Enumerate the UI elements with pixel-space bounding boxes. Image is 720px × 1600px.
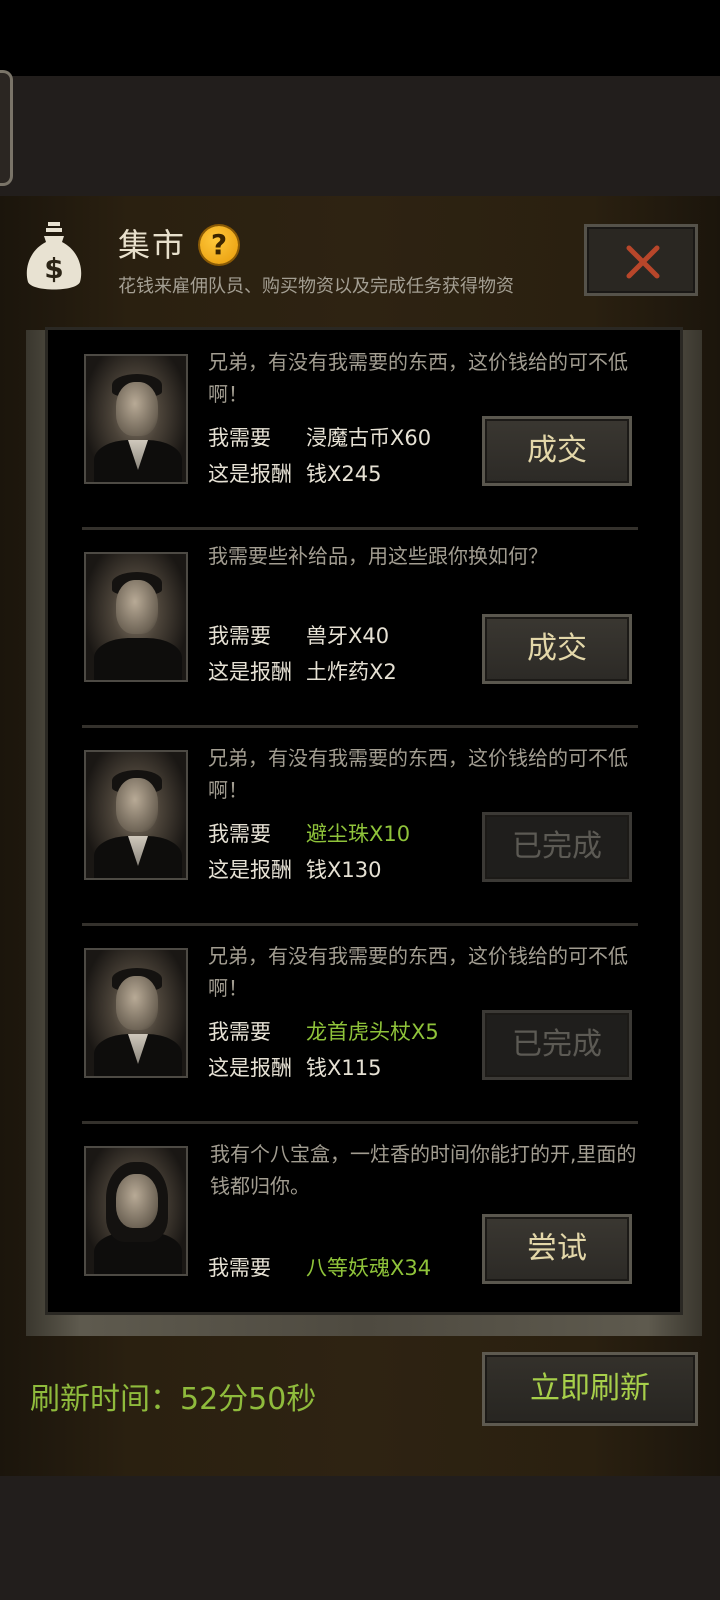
side-tab-handle[interactable]	[0, 70, 13, 186]
market-header: $ 集市 ? 花钱来雇佣队员、购买物资以及完成任务获得物资	[0, 196, 720, 326]
trade-message: 我有个八宝盒，一炷香的时间你能打的开,里面的钱都归你。	[210, 1142, 637, 1198]
money-bag-icon: $	[26, 222, 82, 290]
need-value: 避尘珠X10	[306, 822, 411, 846]
reward-value: 钱X245	[306, 462, 382, 486]
reward-value: 钱X130	[306, 858, 382, 882]
need-value: 浸魔古币X60	[306, 426, 432, 450]
need-value: 八等妖魂X34	[306, 1256, 432, 1280]
npc-portrait	[84, 948, 188, 1078]
trade-list-frame: 兄弟，有没有我需要的东西，这价钱给的可不低啊！ 我需要 浸魔古币X60 这是报酬…	[26, 330, 702, 1336]
trade-message: 我需要些补给品，用这些跟你换如何？	[208, 544, 548, 568]
npc-portrait	[84, 552, 188, 682]
trade-row: 兄弟，有没有我需要的东西，这价钱给的可不低啊！ 我需要 浸魔古币X60 这是报酬…	[48, 330, 680, 530]
reward-value: 土炸药X2	[306, 660, 397, 684]
reward-label: 这是报酬	[208, 660, 292, 684]
market-panel: $ 集市 ? 花钱来雇佣队员、购买物资以及完成任务获得物资 兄弟，有没有我需要的…	[0, 196, 720, 1476]
page-title: 集市	[118, 226, 187, 264]
page-subtitle: 花钱来雇佣队员、购买物资以及完成任务获得物资	[118, 276, 514, 297]
trade-row: 我有个八宝盒，一炷香的时间你能打的开,里面的钱都归你。 我需要 八等妖魂X34 …	[48, 1122, 680, 1312]
reward-label: 这是报酬	[208, 858, 292, 882]
status-bar	[0, 0, 720, 76]
deal-button[interactable]: 成交	[482, 614, 632, 684]
refresh-timer: 刷新时间：52分50秒	[30, 1382, 317, 1417]
need-label: 我需要	[208, 624, 271, 648]
need-label: 我需要	[208, 1256, 271, 1280]
trade-row: 我需要些补给品，用这些跟你换如何？ 我需要 兽牙X40 这是报酬 土炸药X2 成…	[48, 528, 680, 728]
completed-button: 已完成	[482, 1010, 632, 1080]
help-icon[interactable]: ?	[200, 226, 238, 264]
close-button[interactable]	[584, 224, 698, 296]
npc-portrait	[84, 1146, 188, 1276]
trade-list[interactable]: 兄弟，有没有我需要的东西，这价钱给的可不低啊！ 我需要 浸魔古币X60 这是报酬…	[48, 330, 680, 1312]
svg-text:$: $	[44, 252, 63, 285]
need-label: 我需要	[208, 426, 271, 450]
reward-value: 钱X115	[306, 1056, 382, 1080]
need-value: 兽牙X40	[306, 624, 390, 648]
completed-button: 已完成	[482, 812, 632, 882]
need-label: 我需要	[208, 822, 271, 846]
try-button[interactable]: 尝试	[482, 1214, 632, 1284]
reward-label: 这是报酬	[208, 1056, 292, 1080]
trade-message: 兄弟，有没有我需要的东西，这价钱给的可不低啊！	[208, 944, 628, 1000]
need-label: 我需要	[208, 1020, 271, 1044]
reward-label: 这是报酬	[208, 462, 292, 486]
npc-portrait	[84, 750, 188, 880]
deal-button[interactable]: 成交	[482, 416, 632, 486]
npc-portrait	[84, 354, 188, 484]
trade-message: 兄弟，有没有我需要的东西，这价钱给的可不低啊！	[208, 746, 628, 802]
trade-row: 兄弟，有没有我需要的东西，这价钱给的可不低啊！ 我需要 龙首虎头杖X5 这是报酬…	[48, 924, 680, 1124]
refresh-now-button[interactable]: 立即刷新	[482, 1352, 698, 1426]
need-value: 龙首虎头杖X5	[306, 1020, 439, 1044]
close-icon	[626, 245, 660, 279]
trade-row: 兄弟，有没有我需要的东西，这价钱给的可不低啊！ 我需要 避尘珠X10 这是报酬 …	[48, 726, 680, 926]
trade-message: 兄弟，有没有我需要的东西，这价钱给的可不低啊！	[208, 350, 628, 406]
